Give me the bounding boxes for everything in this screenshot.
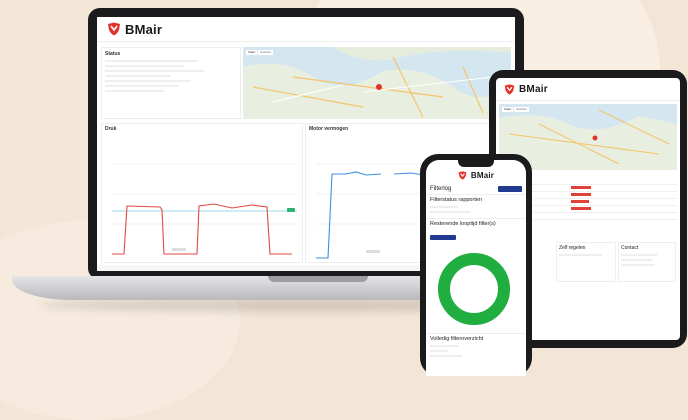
brand-name: BMair bbox=[470, 170, 495, 180]
chart-title-motor: Motor vermogen bbox=[309, 126, 349, 132]
contact-title: Contact bbox=[621, 245, 639, 251]
pressure-chart-plot bbox=[112, 163, 297, 255]
gauge-arc bbox=[438, 253, 510, 325]
looptijd-button[interactable] bbox=[430, 235, 456, 240]
filterstatus-section: Filterstatus rapporten bbox=[426, 195, 526, 219]
map-pin-icon bbox=[592, 135, 598, 141]
phone-title: Filterlog bbox=[430, 186, 452, 192]
map-type-tabs: Kaart Satelliet bbox=[246, 50, 273, 55]
looptijd-title: Resterende looptijd filter(s) bbox=[430, 221, 496, 227]
bmair-logo-icon bbox=[108, 22, 120, 36]
looptijd-section: Resterende looptijd filter(s) bbox=[426, 219, 526, 334]
location-map[interactable]: Kaart Satelliet bbox=[243, 47, 511, 119]
filterstatus-title: Filterstatus rapporten bbox=[430, 197, 482, 203]
status-panel: Status bbox=[101, 47, 241, 119]
phone-title-row: Filterlog bbox=[426, 184, 526, 195]
phone-action-button[interactable] bbox=[498, 186, 522, 192]
map-graphic bbox=[243, 47, 511, 119]
chart-title-druk: Druk bbox=[105, 126, 117, 132]
brand-name: BMair bbox=[125, 21, 163, 37]
phone-device: BMair Filterlog Filterstatus rapporten R… bbox=[420, 154, 532, 376]
status-title: Status bbox=[105, 51, 121, 57]
phone-notch bbox=[458, 160, 494, 167]
filter-gauge bbox=[438, 253, 510, 325]
filteroverzicht-section: Volledig filteroverzicht bbox=[426, 334, 526, 362]
brand-name: BMair bbox=[519, 83, 548, 95]
map-tab-kaart[interactable]: Kaart bbox=[246, 50, 258, 55]
map-tab-satelliet[interactable]: Satelliet bbox=[514, 107, 529, 112]
map-pin-icon bbox=[376, 84, 382, 90]
zelf-regelen-title: Zelf regelen bbox=[559, 245, 586, 251]
app-header: BMair bbox=[97, 17, 515, 42]
tablet-map-tabs: Kaart Satelliet bbox=[502, 107, 529, 112]
map-tab-satelliet[interactable]: Satelliet bbox=[258, 50, 273, 55]
filteroverzicht-title: Volledig filteroverzicht bbox=[430, 336, 484, 342]
bmair-logo-icon bbox=[458, 170, 467, 180]
contact-card: Contact bbox=[618, 242, 676, 282]
tablet-header: BMair bbox=[496, 78, 680, 101]
bmair-logo-icon bbox=[504, 83, 515, 95]
map-tab-kaart[interactable]: Kaart bbox=[502, 107, 514, 112]
phone-screen: BMair Filterlog Filterstatus rapporten R… bbox=[426, 160, 526, 376]
laptop-trackpad-notch bbox=[268, 276, 368, 282]
pressure-chart: Druk bbox=[101, 123, 303, 263]
zelf-regelen-card: Zelf regelen bbox=[556, 242, 616, 282]
